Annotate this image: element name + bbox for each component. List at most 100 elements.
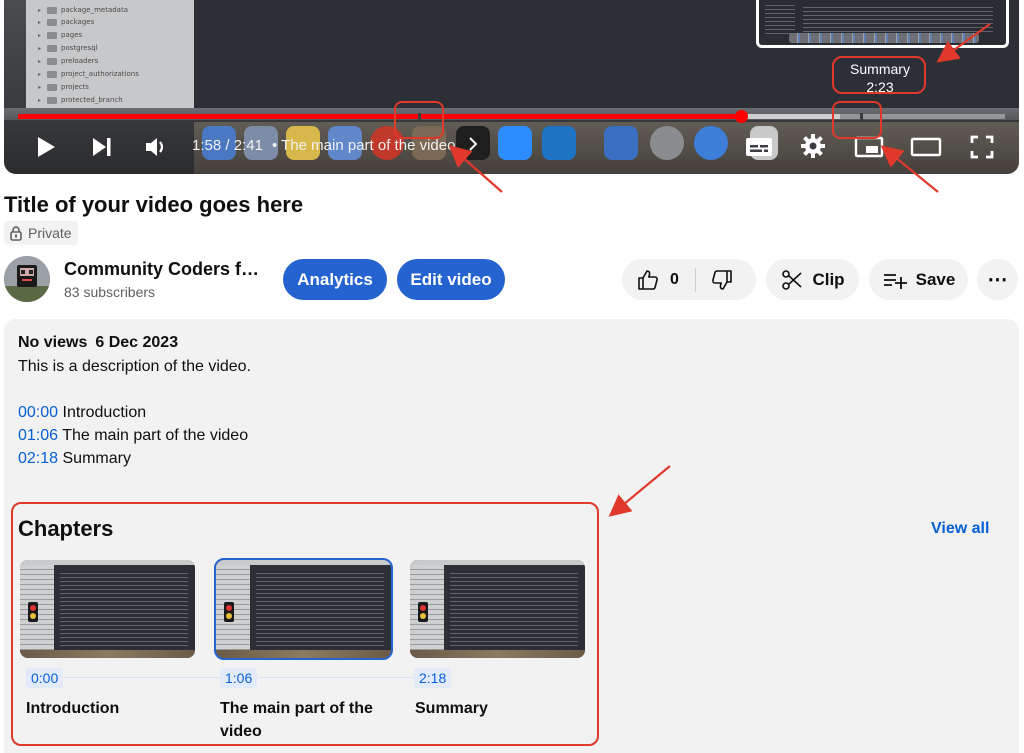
- video-frame-file-tree: ▸ package_metadata ▸ packages ▸ pages ▸ post…: [26, 0, 194, 108]
- clip-label: Clip: [812, 269, 845, 289]
- dock-app-icon: [604, 126, 638, 160]
- like-button[interactable]: 0: [622, 259, 679, 300]
- play-button[interactable]: [32, 134, 60, 160]
- subscriber-count: 83 subscribers: [64, 284, 156, 300]
- dock-app-icon: [694, 126, 728, 160]
- chapter-thumbnail: [20, 560, 195, 658]
- description-chapter-line: 02:18 Summary: [18, 450, 131, 468]
- chapter-marker: [418, 113, 421, 120]
- current-chapter-title: The main part of the video: [281, 137, 456, 154]
- save-button[interactable]: Save: [869, 259, 968, 300]
- file-tree-item: ▸ postgresql: [38, 44, 98, 52]
- like-count: 0: [670, 270, 679, 288]
- timestamp-link[interactable]: 02:18: [18, 450, 58, 467]
- skip-next-icon: [93, 138, 111, 156]
- chapter-time: 1:06: [220, 668, 258, 688]
- avatar-image: [4, 256, 50, 302]
- mute-button[interactable]: [142, 134, 172, 160]
- timestamp-label: Introduction: [62, 404, 147, 421]
- progress-scrubber-handle[interactable]: [735, 110, 748, 123]
- chapter-connector: [258, 677, 414, 678]
- miniplayer-icon: [854, 136, 884, 158]
- zoom-app-icon: [498, 126, 532, 160]
- visibility-label: Private: [28, 225, 72, 241]
- file-tree-item: ▸ packages: [38, 18, 95, 26]
- visibility-badge: Private: [4, 221, 78, 245]
- file-tree-item: ▸ package_metadata: [38, 6, 128, 14]
- progress-tooltip: Summary 2:23: [838, 60, 922, 96]
- scissors-icon: [782, 269, 802, 290]
- fullscreen-button[interactable]: [966, 132, 998, 162]
- tooltip-time: 2:23: [866, 79, 894, 95]
- lock-icon: [10, 225, 22, 241]
- play-icon: [38, 137, 55, 157]
- timestamp-link[interactable]: 00:00: [18, 404, 58, 421]
- chapter-title: The main part of the video: [220, 700, 373, 740]
- video-title: Title of your video goes here: [4, 192, 304, 217]
- total-time: 2:41: [233, 137, 263, 154]
- dislike-button[interactable]: [696, 259, 734, 300]
- miniplayer-button[interactable]: [852, 134, 886, 160]
- theater-mode-button[interactable]: [908, 134, 944, 160]
- channel-name[interactable]: Community Coders f…: [64, 259, 259, 280]
- video-frame-preview-window: [756, 0, 1009, 48]
- timestamp-link[interactable]: 01:06: [18, 427, 58, 444]
- file-tree-item: ▸ projects: [38, 83, 89, 91]
- timestamp-label: Summary: [62, 450, 131, 467]
- theater-mode-icon: [910, 137, 942, 157]
- subtitles-button[interactable]: [742, 132, 776, 162]
- settings-button[interactable]: [796, 130, 830, 162]
- chapter-connector: [64, 677, 220, 678]
- like-dislike-group: 0: [622, 259, 756, 300]
- edit-video-button[interactable]: Edit video: [397, 259, 505, 300]
- upload-date: 6 Dec 2023: [95, 334, 179, 351]
- chapter-card-active[interactable]: [214, 558, 393, 660]
- thumbs-up-icon: [638, 269, 658, 290]
- chapters-heading: Chapters: [18, 516, 114, 541]
- file-tree-item: ▸ preloaders: [38, 57, 99, 65]
- chapter-time: 2:18: [414, 668, 452, 688]
- subtitles-icon: [746, 138, 772, 156]
- description-chapter-line: 00:00 Introduction: [18, 404, 146, 422]
- view-all-chapters-link[interactable]: View all: [931, 520, 989, 538]
- next-button[interactable]: [88, 134, 116, 160]
- description-panel[interactable]: [4, 319, 1019, 753]
- chapter-thumbnail: [214, 558, 393, 660]
- playlist-add-icon: [883, 273, 907, 289]
- save-label: Save: [915, 269, 956, 289]
- analytics-button[interactable]: Analytics: [283, 259, 387, 300]
- current-time: 1:58: [192, 137, 222, 154]
- chapter-card[interactable]: [20, 560, 195, 658]
- fullscreen-icon: [970, 135, 994, 159]
- more-icon: ⋯: [987, 269, 1008, 291]
- time-display: 1:58 / 2:41: [192, 137, 263, 154]
- time-separator: /: [225, 137, 230, 154]
- channel-avatar[interactable]: [4, 256, 50, 302]
- chapter-separator: •: [272, 137, 278, 154]
- thumbs-down-icon: [711, 269, 732, 290]
- tooltip-chapter-title: Summary: [850, 61, 910, 77]
- file-tree-item: ▸ pages: [38, 31, 83, 39]
- chapter-thumbnail: [410, 560, 585, 658]
- view-count: No views: [18, 334, 88, 351]
- vscode-app-icon: [542, 126, 576, 160]
- progress-played: [18, 114, 741, 119]
- file-tree-item: ▸ project_authorizations: [38, 70, 139, 78]
- chevron-right-icon: [468, 137, 478, 151]
- gear-icon: [801, 134, 825, 158]
- current-chapter-button[interactable]: • The main part of the video: [272, 137, 478, 154]
- progress-hover-segment: [741, 114, 840, 119]
- description-chapter-line: 01:06 The main part of the video: [18, 427, 248, 445]
- clip-button[interactable]: Clip: [766, 259, 859, 300]
- view-date-line: No views 6 Dec 2023: [18, 334, 178, 352]
- chapter-title: Summary: [415, 700, 488, 717]
- timestamp-label: The main part of the video: [62, 427, 249, 444]
- volume-icon: [146, 138, 164, 156]
- chapter-card[interactable]: [410, 560, 585, 658]
- chapter-time: 0:00: [26, 668, 64, 688]
- chapter-marker: [860, 113, 863, 120]
- chapter-title: Introduction: [26, 700, 120, 717]
- file-tree-item: ▸ protected_branch: [38, 96, 123, 104]
- dock-app-icon: [650, 126, 684, 160]
- more-actions-button[interactable]: ⋯: [977, 259, 1018, 300]
